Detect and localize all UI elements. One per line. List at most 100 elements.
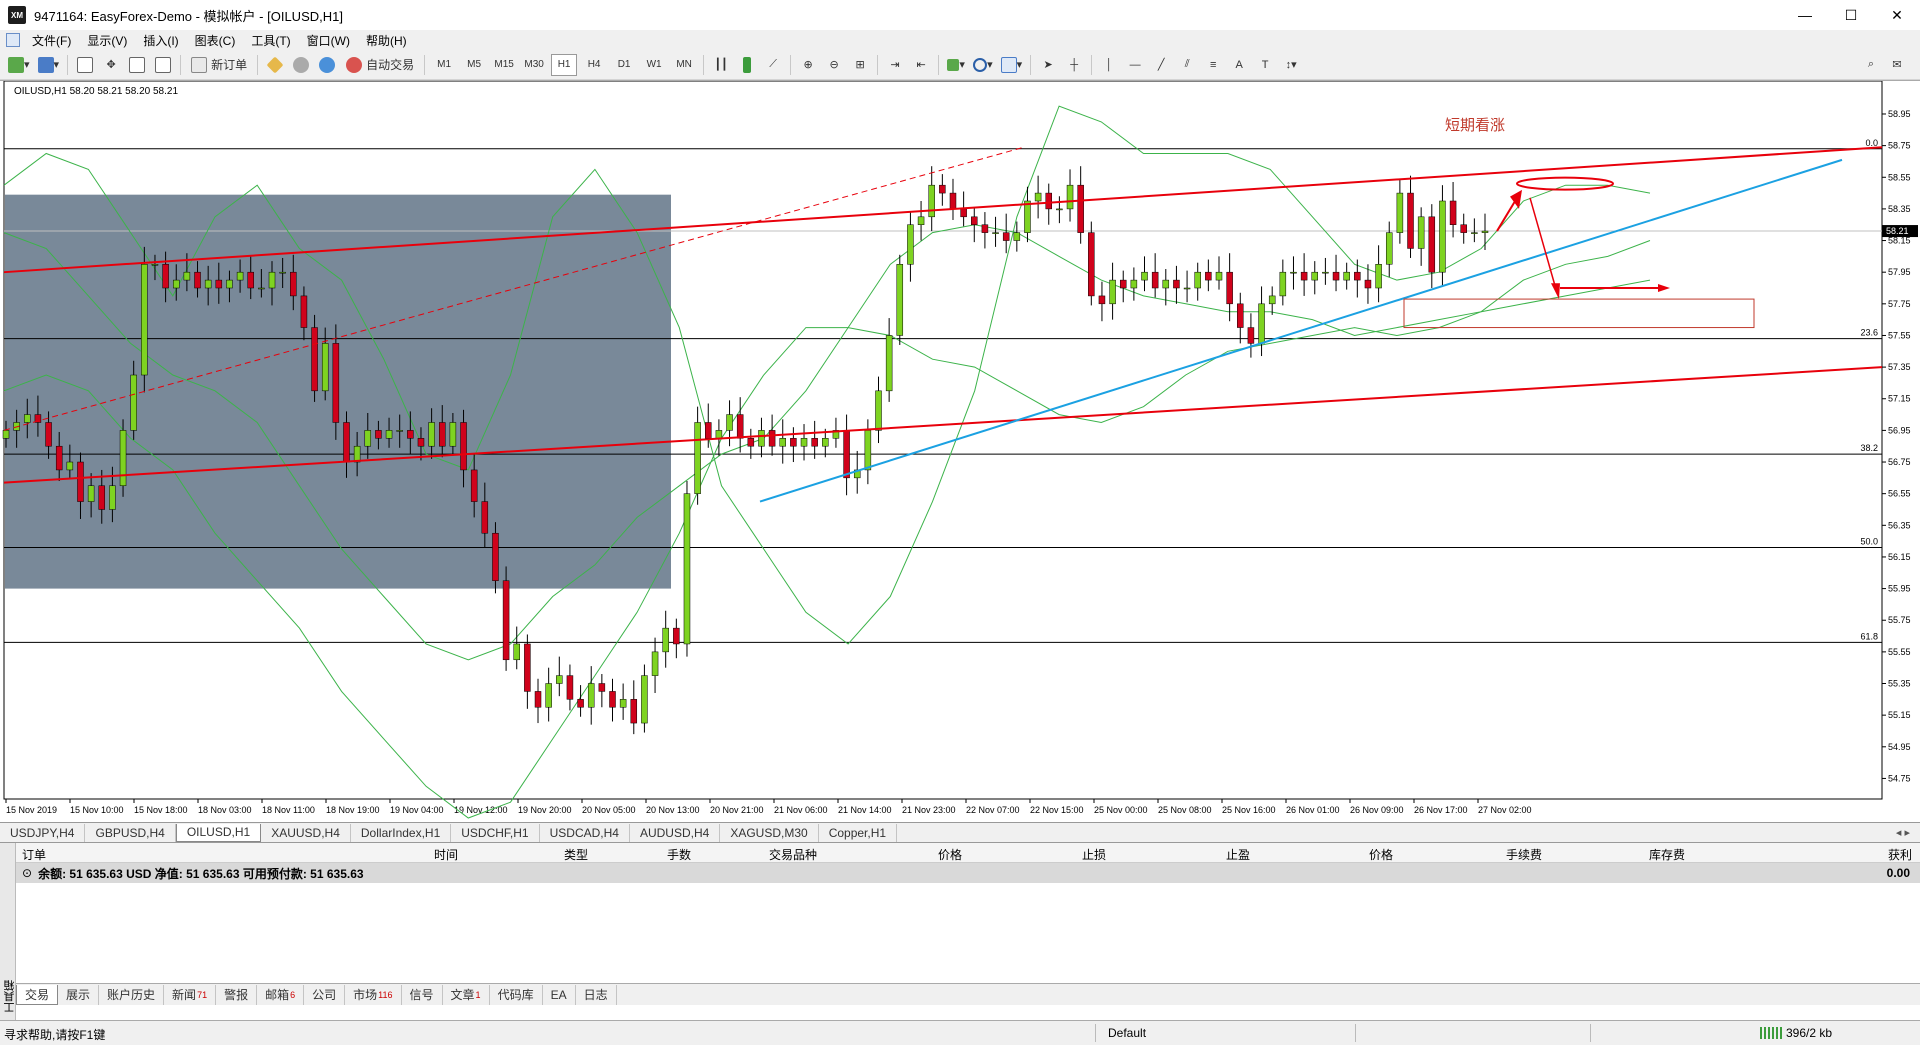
bar-chart-icon[interactable]: ┃┃ [710, 54, 732, 76]
tab-signals[interactable]: 信号 [402, 984, 443, 1005]
close-button[interactable]: ✕ [1874, 0, 1920, 30]
tab-dollarindex-h1[interactable]: DollarIndex,H1 [351, 823, 452, 842]
col-profit[interactable]: 获利 [1888, 846, 1912, 863]
tab-scroll-arrows[interactable]: ◂ ▸ [1896, 826, 1910, 839]
tile-windows-icon[interactable]: ⊞ [849, 54, 871, 76]
auto-scroll-icon[interactable]: ⇥ [884, 54, 906, 76]
menu-window[interactable]: 窗口(W) [299, 32, 358, 49]
search-icon[interactable]: ⌕ [1860, 54, 1882, 76]
maximize-button[interactable]: ☐ [1828, 0, 1874, 30]
timeframe-w1[interactable]: W1 [641, 54, 667, 76]
chat-icon[interactable]: ✉ [1886, 54, 1908, 76]
timeframe-m15[interactable]: M15 [491, 54, 517, 76]
col-commission[interactable]: 手续费 [1506, 846, 1542, 863]
timeframe-mn[interactable]: MN [671, 54, 697, 76]
timeframe-m1[interactable]: M1 [431, 54, 457, 76]
tab-articles[interactable]: 文章 1 [443, 984, 490, 1005]
price-chart[interactable]: 58.95 58.75 58.55 58.35 58.15 57.95 57.75 57.55… [0, 80, 1920, 822]
col-take-profit[interactable]: 止盈 [1226, 846, 1250, 863]
menu-file[interactable]: 文件(F) [24, 32, 79, 49]
text-label-icon[interactable]: T [1254, 54, 1276, 76]
tab-company[interactable]: 公司 [304, 984, 346, 1005]
tab-alerts[interactable]: 警报 [216, 984, 258, 1005]
metaeditor-icon[interactable] [264, 54, 286, 76]
timeframe-h1[interactable]: H1 [551, 53, 578, 76]
global-icon[interactable] [290, 54, 312, 76]
tab-journal[interactable]: 日志 [576, 984, 617, 1005]
chart-shift-icon[interactable]: ⇤ [910, 54, 932, 76]
menu-charts[interactable]: 图表(C) [187, 32, 244, 49]
market-watch-icon[interactable] [74, 54, 96, 76]
balance-row[interactable]: ⊙ 余额: 51 635.63 USD 净值: 51 635.63 可用预付款:… [16, 863, 1920, 883]
candle-body [811, 438, 818, 447]
minimize-button[interactable]: — [1782, 0, 1828, 30]
templates-icon[interactable]: ▾ [999, 54, 1025, 76]
toolbox-sidebar[interactable]: 工具箱 [0, 843, 16, 1021]
channel-icon[interactable]: ⫽ [1176, 54, 1198, 76]
tab-mailbox[interactable]: 邮箱 6 [257, 984, 305, 1005]
signals-icon[interactable] [316, 54, 338, 76]
col-order[interactable]: 订单 [22, 846, 46, 863]
price-tick-label: 54.95 [1888, 742, 1911, 752]
menu-view[interactable]: 显示(V) [79, 32, 135, 49]
candle-body [268, 271, 276, 289]
navigator-icon[interactable] [126, 54, 148, 76]
tab-account-history[interactable]: 账户历史 [99, 984, 165, 1005]
tab-oilusd-h1[interactable]: OILUSD,H1 [175, 823, 262, 842]
tab-news[interactable]: 新闻 71 [164, 984, 217, 1005]
menu-help[interactable]: 帮助(H) [358, 32, 415, 49]
fibonacci-icon[interactable]: ≡ [1202, 54, 1224, 76]
tab-market[interactable]: 市场 116 [345, 984, 402, 1005]
line-chart-icon[interactable]: ⟋ [762, 54, 784, 76]
horizontal-line-icon[interactable]: — [1124, 54, 1146, 76]
periods-icon[interactable]: ▾ [971, 54, 995, 76]
auto-trading-button[interactable]: 自动交易 [342, 54, 418, 76]
trendline-icon[interactable]: ╱ [1150, 54, 1172, 76]
timeframe-d1[interactable]: D1 [611, 54, 637, 76]
zoom-out-icon[interactable]: ⊖ [823, 54, 845, 76]
tab-usdcad-h4[interactable]: USDCAD,H4 [540, 823, 630, 842]
col-price[interactable]: 价格 [938, 846, 962, 863]
tab-gbpusd-h4[interactable]: GBPUSD,H4 [85, 823, 176, 842]
text-icon[interactable]: A [1228, 54, 1250, 76]
profiles-icon[interactable]: ▾ [36, 54, 62, 76]
cursor-icon[interactable]: ➤ [1037, 54, 1059, 76]
tab-audusd-h4[interactable]: AUDUSD,H4 [630, 823, 721, 842]
tab-experts[interactable]: EA [543, 984, 576, 1005]
zoom-in-icon[interactable]: ⊕ [797, 54, 819, 76]
indicators-icon[interactable]: ▾ [945, 54, 967, 76]
tab-code-base[interactable]: 代码库 [490, 984, 543, 1005]
candlestick-icon[interactable] [736, 54, 758, 76]
status-connection[interactable]: 396/2 kb [1760, 1026, 1832, 1040]
menu-insert[interactable]: 插入(I) [135, 32, 186, 49]
tab-xagusd-m30[interactable]: XAGUSD,M30 [720, 823, 819, 842]
tab-usdjpy-h4[interactable]: USDJPY,H4 [0, 823, 86, 842]
tab-copper-h1[interactable]: Copper,H1 [819, 823, 898, 842]
col-volume[interactable]: 手数 [667, 846, 691, 863]
arrows-icon[interactable]: ↕▾ [1280, 54, 1302, 76]
menu-tools[interactable]: 工具(T) [243, 32, 298, 49]
col-symbol[interactable]: 交易品种 [769, 846, 817, 863]
timeframe-m5[interactable]: M5 [461, 54, 487, 76]
crosshair-nav-icon[interactable]: ✥ [100, 54, 122, 76]
target-ellipse [1516, 176, 1614, 191]
tab-xauusd-h4[interactable]: XAUUSD,H4 [261, 823, 351, 842]
tab-exposure[interactable]: 展示 [58, 984, 100, 1005]
new-order-button[interactable]: 新订单 [187, 54, 251, 76]
chart-tabs: USDJPY,H4 GBPUSD,H4 OILUSD,H1 XAUUSD,H4 … [0, 822, 1920, 842]
tab-trade[interactable]: 交易 [16, 984, 59, 1005]
chart-canvas[interactable]: 58.9558.7558.5558.3558.1557.9557.7557.55… [0, 80, 1920, 823]
col-swap[interactable]: 库存费 [1649, 846, 1685, 863]
new-chart-icon[interactable]: ▾ [6, 54, 32, 76]
col-current-price[interactable]: 价格 [1369, 846, 1393, 863]
vertical-line-icon[interactable]: │ [1098, 54, 1120, 76]
col-stop-loss[interactable]: 止损 [1082, 846, 1106, 863]
col-type[interactable]: 类型 [564, 846, 588, 863]
timeframe-m30[interactable]: M30 [521, 54, 547, 76]
zoom-box-icon[interactable] [152, 54, 174, 76]
col-time[interactable]: 时间 [434, 846, 458, 863]
candle-body [1332, 271, 1340, 281]
timeframe-h4[interactable]: H4 [581, 54, 607, 76]
crosshair-icon[interactable]: ┼ [1063, 54, 1085, 76]
tab-usdchf-h1[interactable]: USDCHF,H1 [451, 823, 540, 842]
